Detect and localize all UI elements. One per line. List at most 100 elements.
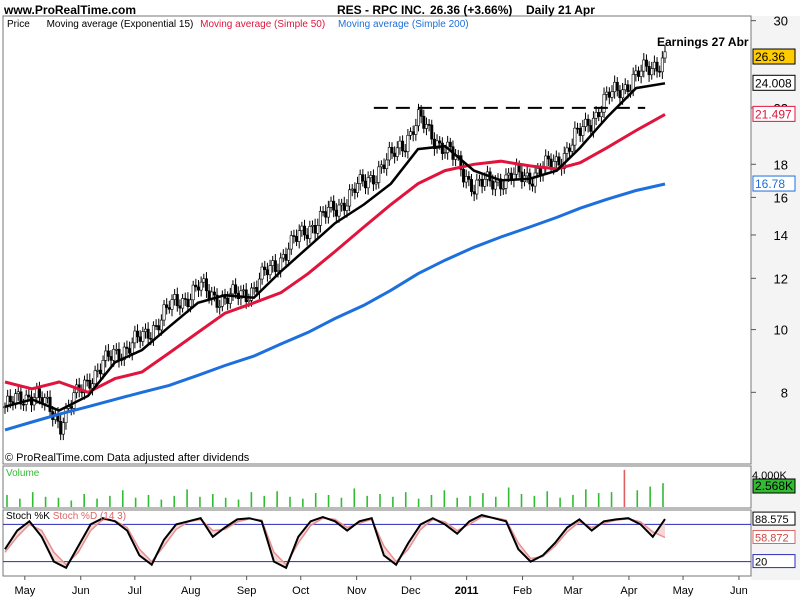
price-candle-body	[345, 205, 349, 211]
price-candle-body	[350, 188, 354, 191]
price-candle-body	[591, 117, 595, 132]
price-candle-body	[475, 179, 479, 195]
price-candle-body	[658, 70, 662, 73]
price-candle-body	[329, 200, 333, 208]
price-candle-body	[353, 188, 357, 193]
price-candle-body	[178, 305, 182, 309]
volume-bar	[199, 496, 201, 507]
price-candle-body	[279, 257, 283, 271]
price-candle-body	[483, 179, 487, 187]
volume-bar	[610, 492, 613, 507]
volume-bar	[353, 488, 356, 507]
price-candle-body	[644, 59, 648, 67]
price-candle-body	[403, 150, 407, 153]
price-candle-body	[194, 284, 198, 288]
volume-bar	[160, 499, 163, 507]
price-candle-body	[303, 225, 307, 236]
volume-bar	[57, 497, 60, 507]
price-candle-body	[422, 115, 426, 129]
price-candle-body	[85, 379, 89, 382]
price-candle-body	[610, 91, 614, 98]
price-candle-body	[292, 235, 296, 237]
volume-bar	[379, 494, 381, 507]
price-candle-body	[419, 109, 423, 117]
volume-bar	[327, 494, 330, 507]
y-tick-label: 10	[774, 323, 788, 338]
price-candle-body	[573, 127, 577, 146]
price-candle-body	[276, 270, 280, 272]
price-candle-body	[504, 174, 508, 189]
price-candle-body	[440, 142, 444, 154]
price-candle-body	[69, 406, 73, 409]
volume-bar	[83, 494, 85, 507]
price-candle-body	[387, 147, 391, 161]
price-candle-body	[464, 176, 468, 183]
price-candle-body	[605, 91, 609, 95]
price-candle-body	[557, 156, 561, 166]
volume-bar	[237, 499, 240, 507]
price-candle-body	[356, 183, 360, 193]
price-candle-body	[146, 328, 150, 339]
price-candle-body	[305, 234, 309, 239]
price-candle-body	[578, 127, 582, 136]
price-candle-body	[173, 294, 177, 300]
price-candle-body	[501, 187, 505, 190]
price-candle-body	[35, 388, 39, 399]
price-candle-body	[202, 278, 206, 283]
price-candle-body	[379, 164, 383, 168]
price-candle-body	[316, 225, 320, 234]
price-candle-body	[340, 202, 344, 206]
price-candle-body	[308, 226, 312, 239]
volume-bar	[482, 493, 484, 507]
price-candle-body	[295, 236, 299, 242]
price-candle-body	[284, 254, 288, 261]
price-candle-body	[27, 394, 31, 398]
price-candle-body	[61, 422, 65, 435]
volume-panel-frame	[2, 465, 752, 509]
price-candle-body	[634, 70, 638, 75]
price-candle-body	[59, 421, 63, 435]
volume-bar	[6, 494, 8, 507]
price-candle-body	[326, 207, 330, 218]
price-candle-body	[623, 84, 627, 91]
price-candle-body	[218, 305, 222, 308]
volume-bar	[19, 498, 21, 507]
price-candle-body	[626, 84, 630, 92]
stoch-y-axis: 88.575 58.872 20	[752, 511, 796, 569]
volume-bar	[366, 495, 368, 507]
price-candle-body	[183, 298, 187, 300]
legend-sma200: Moving average (Simple 200)	[337, 19, 469, 30]
price-candle-body	[133, 330, 137, 344]
volume-bar	[662, 483, 664, 507]
price-candle-body	[507, 172, 511, 176]
price-candle-body	[175, 294, 179, 307]
x-tick-label: Jul	[128, 585, 142, 597]
x-tick-label: Jun	[730, 585, 748, 597]
price-candle-body	[265, 269, 269, 276]
price-candle-body	[167, 307, 171, 310]
price-candle-body	[480, 178, 484, 187]
price-candle-body	[530, 183, 534, 187]
volume-bar	[186, 489, 188, 507]
volume-bar	[340, 497, 343, 507]
volume-bar	[417, 498, 420, 507]
price-candle-body	[361, 174, 365, 182]
price-candle-body	[162, 304, 166, 321]
price-candle-body	[369, 175, 373, 179]
price-candle-body	[104, 350, 108, 361]
price-candle-body	[377, 166, 381, 183]
volume-bar	[585, 489, 587, 507]
footer-note: © ProRealTime.com Data adjusted after di…	[5, 452, 250, 464]
price-candle-body	[655, 61, 659, 72]
price-candle-body	[371, 175, 375, 185]
price-candle-body	[363, 180, 367, 189]
price-candle-body	[14, 393, 18, 405]
price-candle-body	[613, 81, 617, 93]
volume-bar	[121, 490, 124, 507]
price-candle-body	[424, 124, 428, 129]
price-candle-body	[348, 189, 352, 207]
volume-bar	[263, 495, 266, 507]
price-candle-body	[406, 135, 410, 152]
x-tick-label: Jun	[72, 585, 90, 597]
y-tick-label: 30	[774, 14, 788, 29]
